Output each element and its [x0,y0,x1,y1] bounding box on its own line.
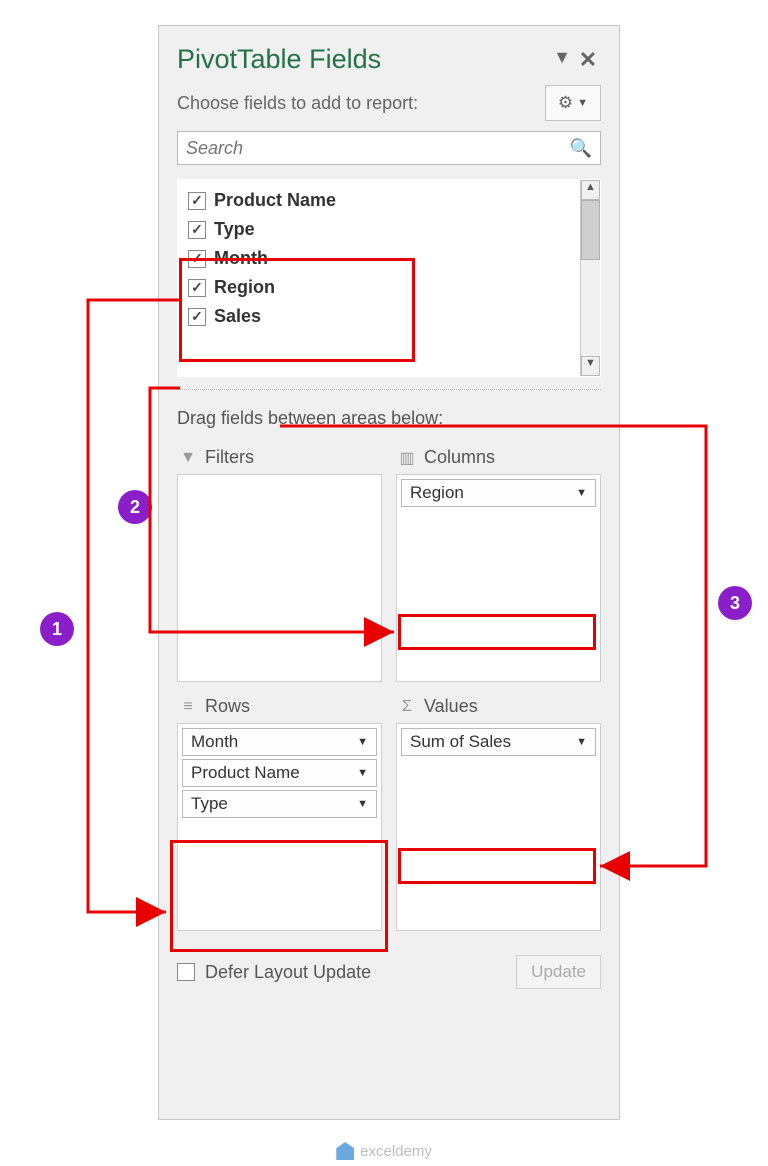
panel-header: PivotTable Fields ▼ ✕ [159,26,619,81]
field-label: Product Name [214,190,336,211]
value-pill-sum-sales[interactable]: Sum of Sales ▼ [401,728,596,756]
field-list-inner: ✓ Product Name ✓ Type ✓ Month ✓ Region ✓… [178,180,580,376]
rows-dropzone[interactable]: Month ▼ Product Name ▼ Type ▼ [177,723,382,931]
search-wrap: 🔍 [159,131,619,173]
defer-checkbox[interactable] [177,963,195,981]
watermark: exceldemy [336,1142,432,1160]
update-button[interactable]: Update [516,955,601,989]
chevron-down-icon: ▼ [576,487,587,499]
area-title: Rows [205,696,250,717]
field-label: Sales [214,306,261,327]
search-icon: 🔍 [570,138,592,159]
field-item-region[interactable]: ✓ Region [180,273,578,302]
choose-fields-label: Choose fields to add to report: [177,93,545,114]
checkbox-checked-icon[interactable]: ✓ [188,308,206,326]
scroll-down-icon[interactable]: ▼ [581,356,600,376]
search-box[interactable]: 🔍 [177,131,601,165]
checkbox-checked-icon[interactable]: ✓ [188,192,206,210]
field-item-sales[interactable]: ✓ Sales [180,302,578,331]
area-filters: ▼ Filters [177,447,382,682]
panel-options-caret-icon[interactable]: ▼ [549,47,575,73]
gear-icon: ⚙ [558,93,573,113]
column-pill-region[interactable]: Region ▼ [401,479,596,507]
drop-areas: ▼ Filters ▥ Columns Region ▼ ≡ Rows [159,439,619,933]
row-pill-month[interactable]: Month ▼ [182,728,377,756]
pivottable-fields-panel: PivotTable Fields ▼ ✕ Choose fields to a… [158,25,620,1120]
field-item-product-name[interactable]: ✓ Product Name [180,186,578,215]
pill-label: Sum of Sales [410,732,511,752]
checkbox-checked-icon[interactable]: ✓ [188,221,206,239]
chevron-down-icon: ▼ [357,798,368,810]
chevron-down-icon: ▼ [357,767,368,779]
scroll-thumb[interactable] [581,200,600,260]
field-label: Month [214,248,268,269]
columns-dropzone[interactable]: Region ▼ [396,474,601,682]
field-item-type[interactable]: ✓ Type [180,215,578,244]
settings-button[interactable]: ⚙ ▼ [545,85,601,121]
field-label: Type [214,219,255,240]
sigma-icon: Σ [398,698,416,716]
annotation-badge-1: 1 [40,612,74,646]
defer-label: Defer Layout Update [205,962,506,983]
rows-icon: ≡ [179,698,197,716]
checkbox-checked-icon[interactable]: ✓ [188,250,206,268]
row-pill-type[interactable]: Type ▼ [182,790,377,818]
chevron-down-icon: ▼ [357,736,368,748]
annotation-badge-2: 2 [118,490,152,524]
watermark-logo-icon [336,1142,354,1160]
area-rows: ≡ Rows Month ▼ Product Name ▼ Type ▼ [177,696,382,931]
columns-icon: ▥ [398,448,416,468]
scrollbar[interactable]: ▲ ▼ [580,180,600,376]
search-input[interactable] [186,138,570,159]
chevron-down-icon: ▼ [576,736,587,748]
values-dropzone[interactable]: Sum of Sales ▼ [396,723,601,931]
chevron-down-icon: ▼ [577,97,588,109]
panel-title: PivotTable Fields [177,44,549,75]
pill-label: Month [191,732,238,752]
drag-fields-label: Drag fields between areas below: [159,390,619,439]
scroll-track[interactable] [581,200,600,356]
checkbox-checked-icon[interactable]: ✓ [188,279,206,297]
scroll-up-icon[interactable]: ▲ [581,180,600,200]
area-columns: ▥ Columns Region ▼ [396,447,601,682]
pill-label: Region [410,483,464,503]
footer-row: Defer Layout Update Update [159,933,619,989]
close-icon[interactable]: ✕ [575,47,601,73]
area-title: Values [424,696,478,717]
area-values: Σ Values Sum of Sales ▼ [396,696,601,931]
area-title: Filters [205,447,254,468]
field-label: Region [214,277,275,298]
watermark-text: exceldemy [360,1143,432,1160]
field-list: ✓ Product Name ✓ Type ✓ Month ✓ Region ✓… [177,179,601,377]
pill-label: Product Name [191,763,300,783]
row-pill-product-name[interactable]: Product Name ▼ [182,759,377,787]
area-title: Columns [424,447,495,468]
field-item-month[interactable]: ✓ Month [180,244,578,273]
filter-icon: ▼ [179,449,197,467]
annotation-badge-3: 3 [718,586,752,620]
filters-dropzone[interactable] [177,474,382,682]
pill-label: Type [191,794,228,814]
sub-header-row: Choose fields to add to report: ⚙ ▼ [159,81,619,131]
